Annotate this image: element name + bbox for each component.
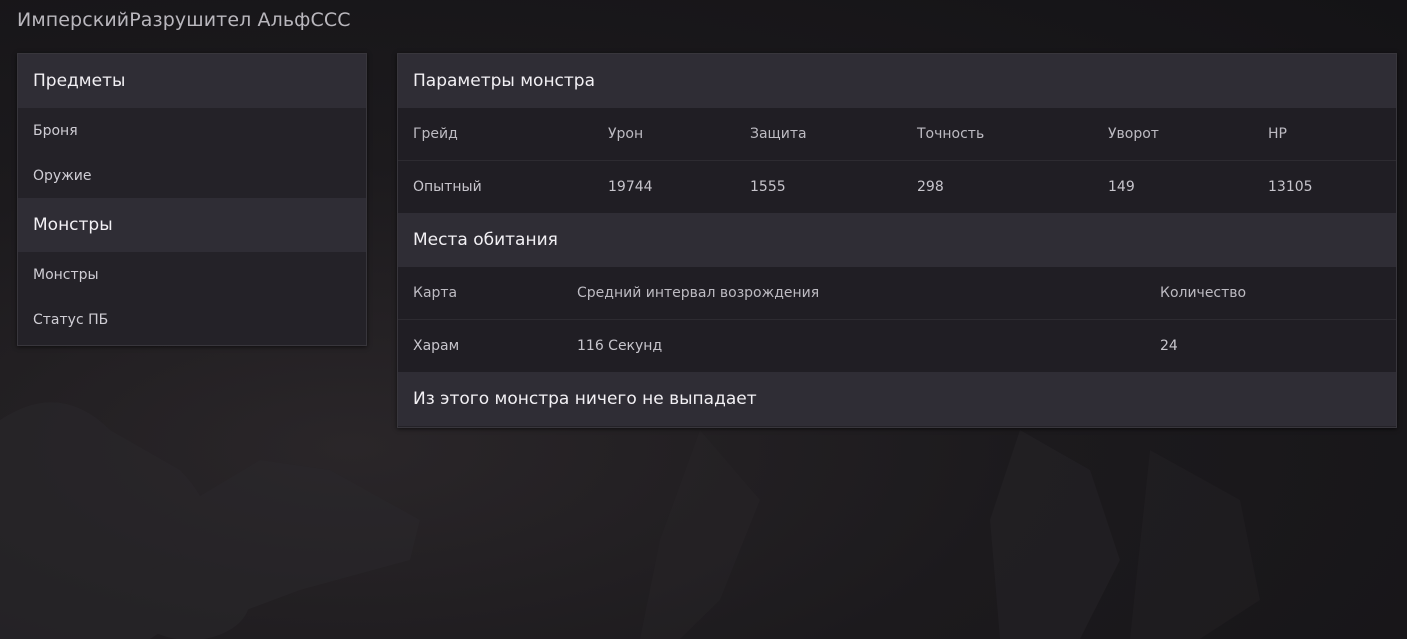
sidebar-section-title-monsters: Монстры <box>18 198 366 252</box>
habitat-header-row: Карта Средний интервал возрождения Колич… <box>398 267 1396 320</box>
page-title: ИмперскийРазрушител АльфССС <box>17 9 351 31</box>
habitat-table: Карта Средний интервал возрождения Колич… <box>398 267 1396 372</box>
stats-value-row: Опытный 19744 1555 298 149 13105 <box>398 161 1396 213</box>
stats-value-evasion: 149 <box>1108 179 1135 195</box>
habitat-row: Харам 116 Секунд 24 <box>398 320 1396 372</box>
sidebar-item-weapons[interactable]: Оружие <box>18 153 366 198</box>
stats-header-defense: Защита <box>750 126 807 142</box>
stats-value-defense: 1555 <box>750 179 786 195</box>
sidebar-item-armor[interactable]: Броня <box>18 108 366 153</box>
stats-section-title: Параметры монстра <box>398 54 1396 108</box>
habitat-value-count: 24 <box>1160 338 1178 354</box>
stats-header-row: Грейд Урон Защита Точность Уворот HP <box>398 108 1396 161</box>
habitat-header-map: Карта <box>413 285 458 301</box>
stats-header-accuracy: Точность <box>917 126 985 142</box>
stats-table: Грейд Урон Защита Точность Уворот HP Опы… <box>398 108 1396 213</box>
habitat-header-respawn: Средний интервал возрождения <box>577 285 820 301</box>
stats-value-damage: 19744 <box>608 179 653 195</box>
monster-details-panel: Параметры монстра Грейд Урон Защита Точн… <box>397 53 1397 428</box>
sidebar: Предметы Броня Оружие Монстры Монстры Ст… <box>17 53 367 346</box>
stats-header-evasion: Уворот <box>1108 126 1159 142</box>
habitat-value-respawn: 116 Секунд <box>577 338 663 354</box>
habitat-header-count: Количество <box>1160 285 1247 301</box>
sidebar-item-pb-status[interactable]: Статус ПБ <box>18 297 366 342</box>
stats-value-hp: 13105 <box>1268 179 1313 195</box>
drops-section-title: Из этого монстра ничего не выпадает <box>398 372 1396 426</box>
habitat-value-map[interactable]: Харам <box>413 320 459 372</box>
sidebar-section-title-items: Предметы <box>18 54 366 108</box>
stats-value-grade: Опытный <box>413 179 482 195</box>
stats-header-hp: HP <box>1268 126 1287 142</box>
stats-header-grade: Грейд <box>413 126 458 142</box>
habitat-section-title: Места обитания <box>398 213 1396 267</box>
stats-value-accuracy: 298 <box>917 179 944 195</box>
stats-header-damage: Урон <box>608 126 644 142</box>
sidebar-item-monsters[interactable]: Монстры <box>18 252 366 297</box>
